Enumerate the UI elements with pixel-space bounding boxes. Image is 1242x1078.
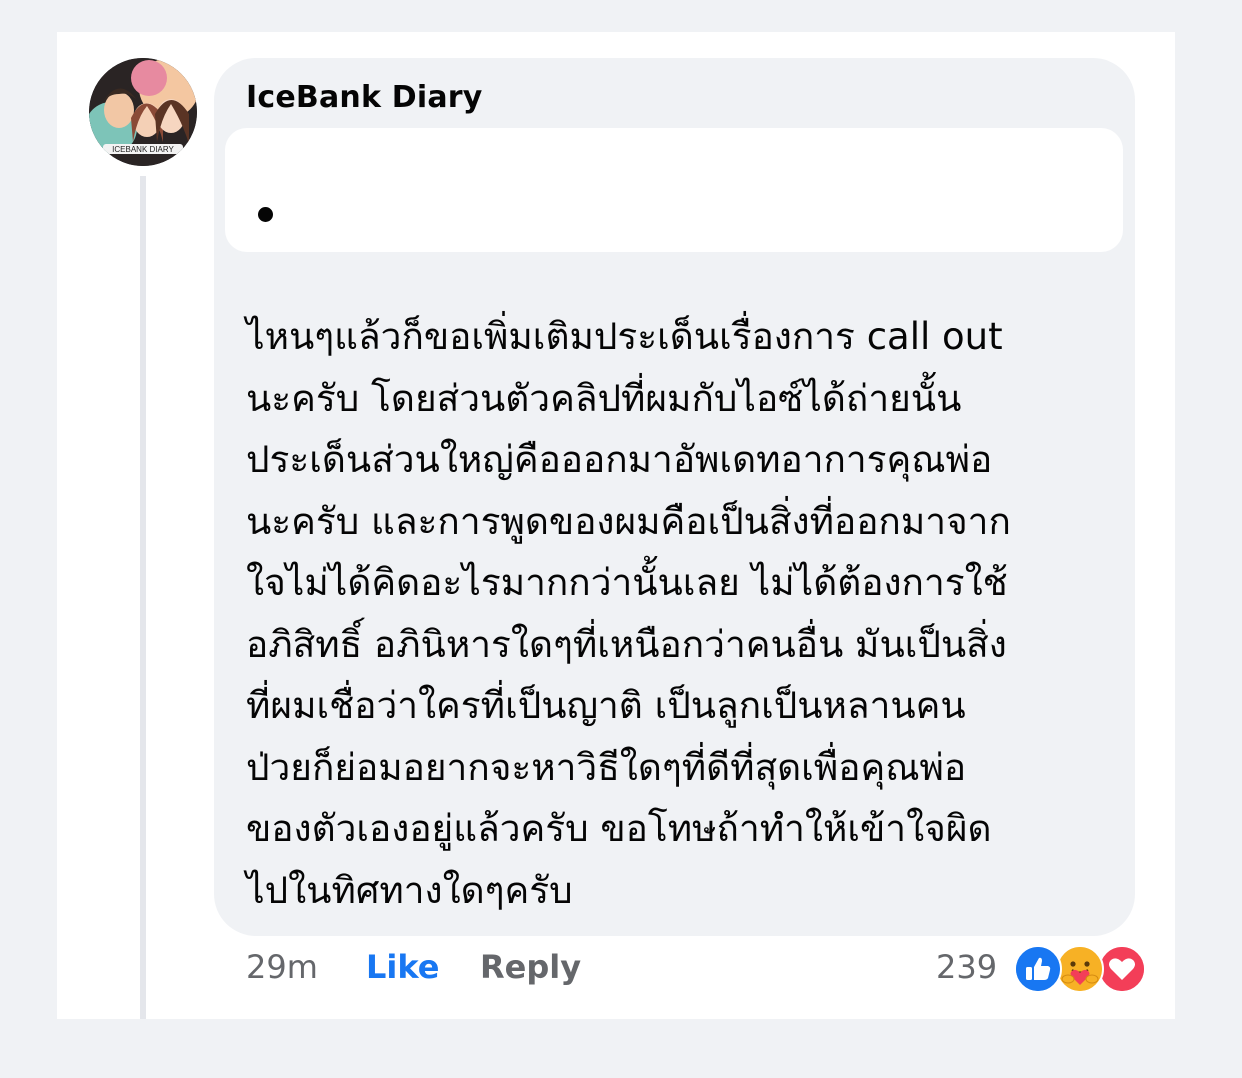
comment-line: อภิสิทธิ์ อภินิหารใดๆที่เหนือกว่าคนอื่น … <box>246 622 1007 666</box>
bullet-point <box>258 207 273 222</box>
comment-line: ใจไม่ได้คิดอะไรมากกว่านั้นเลย ไม่ได้ต้อง… <box>246 561 1008 604</box>
comment-line: นะครับ และการพูดของผมคือเป็นสิ่งที่ออกมา… <box>246 499 1011 543</box>
love-icon <box>1098 945 1146 993</box>
comment-line: ประเด็นส่วนใหญ่คือออกมาอัพเดทอาการคุณพ่อ <box>246 438 993 481</box>
reaction-count[interactable]: 239 <box>936 948 997 986</box>
comment-timestamp[interactable]: 29m <box>246 948 318 986</box>
reply-thread-line <box>140 176 146 1019</box>
care-icon <box>1056 945 1104 993</box>
comment-line: ไหนๆแล้วก็ขอเพิ่มเติมประเด็นเรื่องการ ca… <box>246 315 1003 358</box>
like-button[interactable]: Like <box>366 948 439 986</box>
comment-line: ที่ผมเชื่อว่าใครที่เป็นญาติ เป็นลูกเป็นห… <box>246 684 966 727</box>
reply-button[interactable]: Reply <box>480 948 581 986</box>
avatar[interactable]: ICEBANK DIARY <box>89 58 197 166</box>
avatar-brand-text: ICEBANK DIARY <box>112 145 174 154</box>
comment-line: ของตัวเองอยู่แล้วครับ ขอโทษถ้าทำให้เข้าใ… <box>246 807 992 850</box>
comment-author[interactable]: IceBank Diary <box>246 80 483 115</box>
comment-text: ไหนๆแล้วก็ขอเพิ่มเติมประเด็นเรื่องการ ca… <box>246 306 1126 921</box>
comment-line: ไปในทิศทางใดๆครับ <box>246 868 573 912</box>
avatar-illustration: ICEBANK DIARY <box>89 58 197 166</box>
reaction-icons[interactable] <box>1012 945 1146 993</box>
quoted-content-box <box>225 128 1123 252</box>
comment-line: นะครับ โดยส่วนตัวคลิปที่ผมกับไอซ์ได้ถ่าย… <box>246 376 962 420</box>
like-icon <box>1014 945 1062 993</box>
comment-line: ป่วยก็ย่อมอยากจะหาวิธีใดๆที่ดีที่สุดเพื่… <box>246 745 967 789</box>
